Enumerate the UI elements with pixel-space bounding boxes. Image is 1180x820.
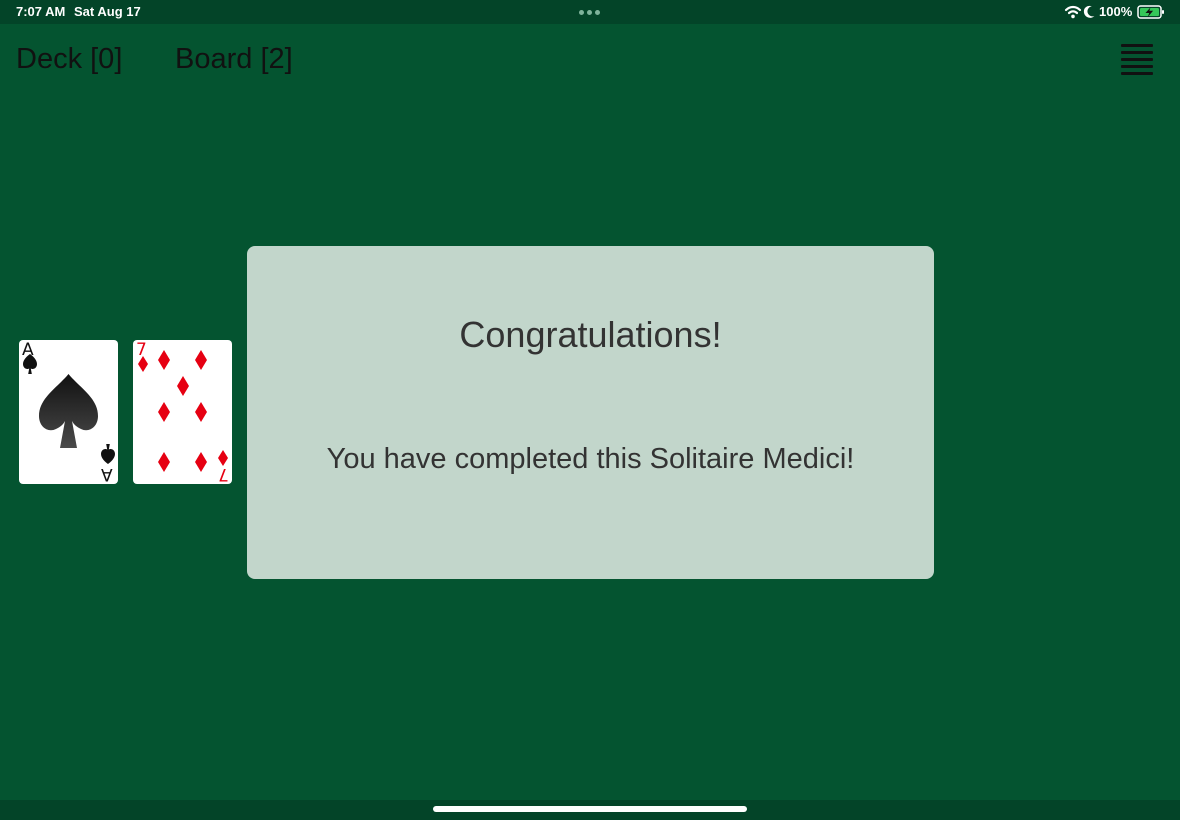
status-time: 7:07 AM	[16, 4, 66, 19]
game-header: Deck [0] Board [2]	[0, 24, 1180, 94]
menu-line	[1121, 65, 1153, 68]
more-dots-icon[interactable]	[579, 10, 601, 15]
dot	[587, 10, 592, 15]
home-indicator[interactable]	[433, 806, 747, 812]
battery-percentage: 100%	[1099, 4, 1133, 19]
moon-icon	[1083, 5, 1095, 18]
seven-of-diamonds-card[interactable]: 7 7	[133, 340, 232, 484]
card-rank-bottom: A	[101, 464, 113, 484]
completion-message: You have completed this Solitaire Medici…	[326, 443, 855, 475]
card-rank-top: 7	[136, 340, 147, 360]
wifi-icon	[1064, 5, 1082, 19]
ace-of-spades-card[interactable]: A A	[19, 340, 118, 484]
board-count-label[interactable]: Board [2]	[175, 42, 293, 76]
deck-count-label[interactable]: Deck [0]	[16, 42, 122, 76]
menu-line	[1121, 72, 1153, 75]
menu-line	[1121, 51, 1153, 54]
diamond-icon	[138, 350, 228, 472]
card-rank-top: A	[22, 340, 34, 360]
card-rank-bottom: 7	[218, 464, 229, 484]
battery-charging-icon	[1137, 5, 1164, 19]
completion-dialog: Congratulations! You have completed this…	[247, 246, 934, 579]
menu-line	[1121, 44, 1153, 47]
dot	[579, 10, 584, 15]
status-bar: 7:07 AM Sat Aug 17 100%	[0, 0, 1180, 24]
spade-icon	[23, 354, 115, 464]
hamburger-menu-icon[interactable]	[1120, 41, 1154, 75]
dot	[595, 10, 600, 15]
solitaire-medici-screen: 7:07 AM Sat Aug 17 100% Deck [0] Board […	[0, 0, 1180, 820]
completion-title: Congratulations!	[459, 314, 722, 355]
status-date: Sat Aug 17	[74, 4, 141, 19]
menu-line	[1121, 58, 1153, 61]
